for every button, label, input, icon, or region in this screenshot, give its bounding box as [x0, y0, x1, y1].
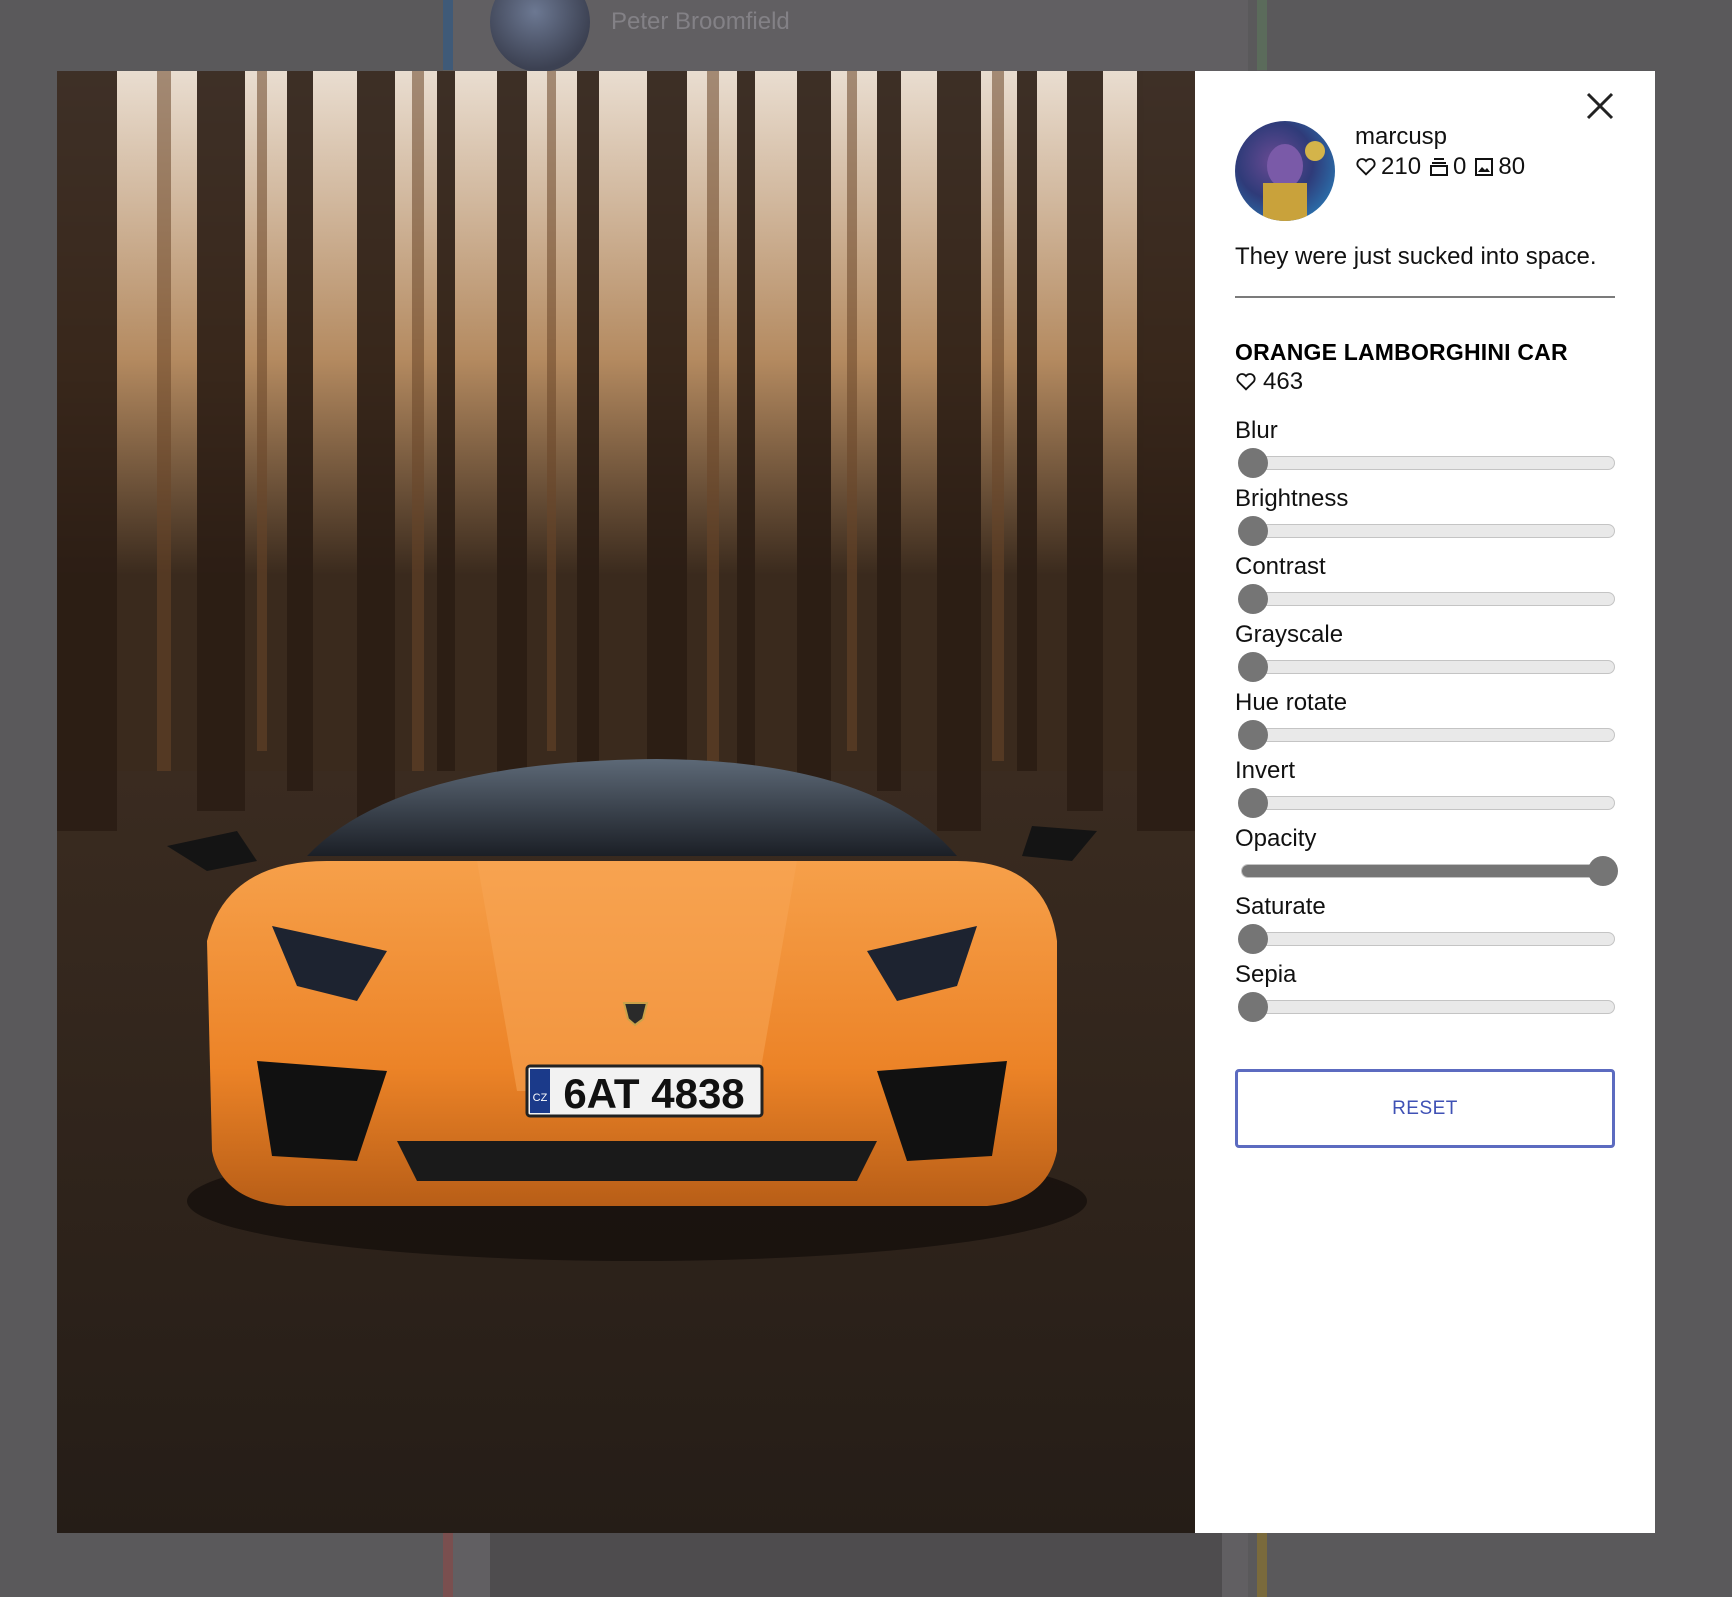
user-meta: marcusp 210 0 80: [1355, 123, 1533, 221]
photo-modal: CZ 6AT 4838 marcusp 210 0 80 They were j…: [57, 71, 1655, 1533]
slider-thumb[interactable]: [1588, 856, 1618, 886]
user-stats: 210 0 80: [1355, 153, 1533, 181]
slider-track[interactable]: [1241, 864, 1615, 878]
filter-label: Saturate: [1235, 893, 1326, 920]
slider-track[interactable]: [1241, 796, 1615, 810]
slider-track[interactable]: [1241, 456, 1615, 470]
slider-track[interactable]: [1241, 932, 1615, 946]
slider-track[interactable]: [1241, 728, 1615, 742]
license-plate-text: 6AT 4838: [563, 1070, 744, 1117]
image-icon: [1475, 158, 1494, 176]
slider-thumb[interactable]: [1238, 720, 1268, 750]
photo-title: ORANGE LAMBORGHINI CAR: [1235, 339, 1568, 365]
slider-thumb[interactable]: [1238, 584, 1268, 614]
slider-thumb[interactable]: [1238, 516, 1268, 546]
slider-track[interactable]: [1241, 1000, 1615, 1014]
filter-label: Hue rotate: [1235, 689, 1348, 716]
slider-thumb[interactable]: [1238, 448, 1268, 478]
heart-icon[interactable]: [1235, 371, 1257, 393]
username[interactable]: marcusp: [1355, 123, 1533, 151]
filter-label: Sepia: [1235, 961, 1297, 988]
slider-thumb[interactable]: [1238, 992, 1268, 1022]
slider-thumb[interactable]: [1238, 652, 1268, 682]
photo-likes-count: 463: [1263, 368, 1304, 395]
filter-saturate: Saturate: [1235, 892, 1625, 960]
slider-track[interactable]: [1241, 660, 1615, 674]
filter-brightness: Brightness: [1235, 484, 1625, 552]
photo-likes: 463: [1235, 368, 1303, 396]
collection-icon: [1430, 158, 1449, 176]
slider-fill: [1242, 865, 1604, 877]
user-photos-count: 80: [1498, 153, 1526, 180]
user-info: marcusp 210 0 80: [1235, 121, 1533, 221]
filter-invert: Invert: [1235, 756, 1625, 824]
filter-blur: Blur: [1235, 416, 1625, 484]
slider-track[interactable]: [1241, 524, 1615, 538]
filter-label: Brightness: [1235, 485, 1349, 512]
filter-opacity: Opacity: [1235, 824, 1625, 892]
filter-sepia: Sepia: [1235, 960, 1625, 1028]
filter-hue-rotate: Hue rotate: [1235, 688, 1625, 756]
filter-contrast: Contrast: [1235, 552, 1625, 620]
photo-details-panel: marcusp 210 0 80 They were just sucked i…: [1195, 71, 1655, 1533]
lamborghini-photo: CZ 6AT 4838: [57, 71, 1195, 1533]
reset-button[interactable]: RESET: [1235, 1069, 1615, 1148]
slider-track[interactable]: [1241, 592, 1615, 606]
filter-sliders: Blur Brightness Contrast Grayscale Hue r: [1235, 416, 1625, 1028]
filter-label: Grayscale: [1235, 621, 1344, 648]
user-avatar[interactable]: [1235, 121, 1335, 221]
plate-country: CZ: [533, 1092, 548, 1104]
slider-thumb[interactable]: [1238, 924, 1268, 954]
heart-icon: [1356, 158, 1376, 176]
slider-thumb[interactable]: [1238, 788, 1268, 818]
user-collections-count: 0: [1453, 153, 1467, 180]
avatar-image: [1263, 141, 1325, 221]
filter-grayscale: Grayscale: [1235, 620, 1625, 688]
photo-caption: They were just sucked into space.: [1235, 243, 1597, 270]
background-image-preview: [490, 1533, 1222, 1597]
filter-label: Invert: [1235, 757, 1296, 784]
photo-image: CZ 6AT 4838: [57, 71, 1195, 1533]
filter-label: Opacity: [1235, 825, 1317, 852]
close-icon[interactable]: [1583, 89, 1617, 123]
divider: [1235, 296, 1615, 298]
filter-label: Blur: [1235, 417, 1278, 444]
background-author-name: Peter Broomfield: [611, 8, 790, 35]
filter-label: Contrast: [1235, 553, 1326, 580]
user-likes-count: 210: [1381, 153, 1422, 180]
